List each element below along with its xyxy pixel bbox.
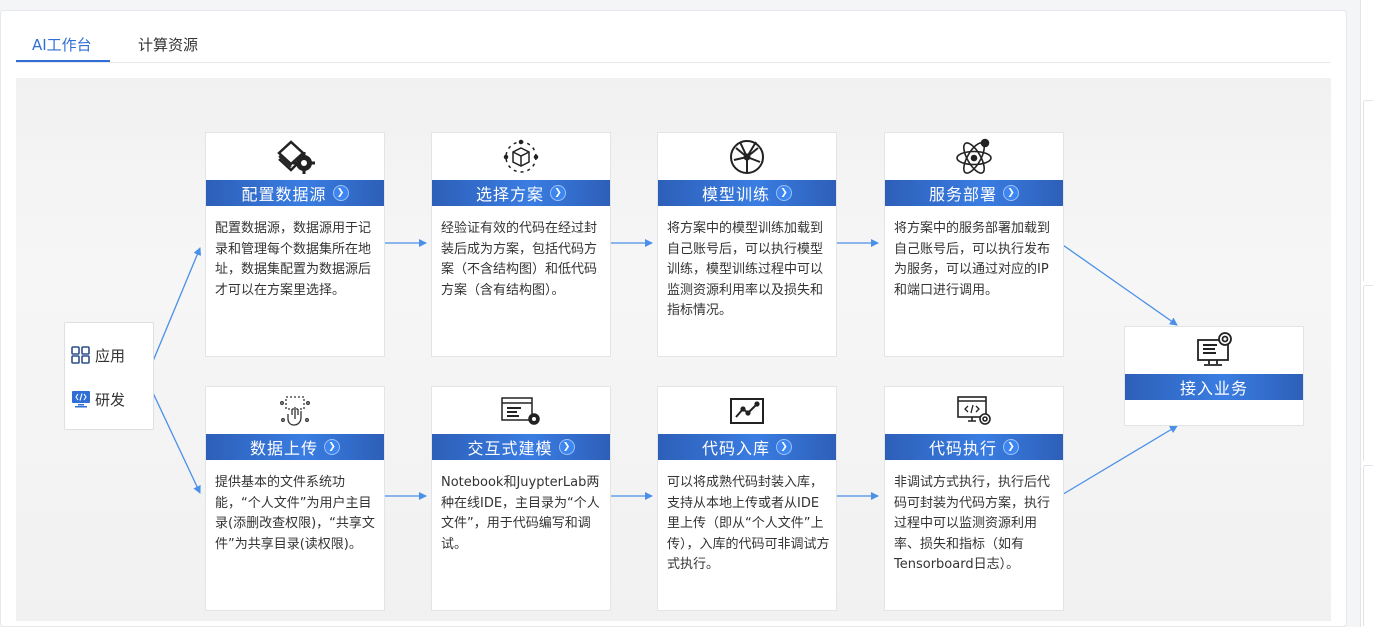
database-gear-icon (206, 137, 384, 177)
card-data-upload: 数据上传 ❯ 提供基本的文件系统功能，“个人文件”为用户主目录(添删改查权限)，“… (205, 386, 385, 611)
card-description: 提供基本的文件系统功能，“个人文件”为用户主目录(添删改查权限)，“共享文件”为… (215, 475, 375, 552)
card-interactive-modeling: 交互式建模 ❯ Notebook和JuypterLab两种在线IDE，主目录为“个… (431, 386, 611, 611)
card-title: 模型训练 (701, 185, 770, 204)
side-item-label: 研发 (95, 390, 126, 409)
final-title: 接入业务 (1179, 379, 1248, 398)
arrow-side-to-upload (145, 377, 201, 494)
card-code-repository: 代码入库 ❯ 可以将成熟代码封装入库，支持从本地上传或者从IDE里上传（即从“个人… (657, 386, 837, 611)
card-title: 选择方案 (475, 185, 544, 204)
monitor-gear-icon (885, 391, 1063, 431)
chevron-right-icon: ❯ (776, 439, 792, 455)
card-business-integration: 接入业务 (1124, 326, 1304, 426)
chevron-right-icon: ❯ (550, 185, 566, 201)
card-title-bar[interactable]: 代码执行 ❯ (885, 434, 1063, 460)
card-description: 将方案中的服务部署加载到自己账号后，可以执行发布为服务，可以通过对应的IP和端口… (894, 221, 1051, 298)
card-service-deploy: 服务部署 ❯ 将方案中的服务部署加载到自己账号后，可以执行发布为服务，可以通过对应… (884, 132, 1064, 357)
chevron-right-icon: ❯ (332, 185, 349, 201)
card-title: 代码执行 (928, 439, 997, 458)
card-title-bar[interactable]: 模型训练 ❯ (658, 180, 836, 206)
card-title: 交互式建模 (467, 439, 553, 458)
chevron-right-icon: ❯ (324, 439, 340, 455)
atom-icon (885, 137, 1063, 177)
card-title: 配置数据源 (241, 185, 327, 204)
chevron-right-icon: ❯ (1003, 439, 1019, 455)
final-title-bar[interactable]: 接入业务 (1125, 374, 1303, 400)
grid-icon (71, 346, 90, 364)
card-description: 可以将成熟代码封装入库，支持从本地上传或者从IDE里上传（即从“个人文件”上传）… (667, 475, 830, 572)
chevron-right-icon: ❯ (1003, 185, 1019, 201)
code-window-icon (432, 391, 610, 431)
card-configure-datasource: 配置数据源 ❯ 配置数据源，数据源用于记录和管理每个数据集所在地址，数据集配置为数… (205, 132, 385, 357)
card-title: 数据上传 (249, 439, 318, 458)
card-title-bar[interactable]: 选择方案 ❯ (432, 180, 610, 206)
network-sphere-icon (658, 137, 836, 177)
card-description: 配置数据源，数据源用于记录和管理每个数据集所在地址，数据集配置为数据源后才可以在… (215, 221, 372, 298)
chevron-right-icon: ❯ (776, 185, 792, 201)
card-model-training: 模型训练 ❯ 将方案中的模型训练加载到自己账号后，可以执行模型训练，模型训练过程中… (657, 132, 837, 357)
card-title-bar[interactable]: 服务部署 ❯ (885, 180, 1063, 206)
card-title-bar[interactable]: 数据上传 ❯ (206, 434, 384, 460)
card-title: 代码入库 (701, 439, 770, 458)
side-item-apps[interactable]: 应用 (71, 343, 125, 367)
card-description: 非调试方式执行，执行后代码可封装为代码方案，执行过程中可以监测资源利用率、损失和… (894, 475, 1051, 572)
cube-icon (432, 137, 610, 177)
card-select-solution: 选择方案 ❯ 经验证有效的代码在经过封装后成为方案，包括代码方案（不含结构图）和低… (431, 132, 611, 357)
arrow-side-to-datasource (145, 247, 202, 379)
monitor-settings-icon (1125, 329, 1303, 371)
arrow-execute-to-business (1059, 425, 1178, 497)
card-title-bar[interactable]: 交互式建模 ❯ (432, 434, 610, 460)
monitor-code-icon (72, 391, 90, 408)
touch-upload-icon (206, 391, 384, 431)
side-menu: 应用 研发 (64, 322, 154, 430)
card-title-bar[interactable]: 代码入库 ❯ (658, 434, 836, 460)
card-description: Notebook和JuypterLab两种在线IDE，主目录为“个人文件”，用于… (441, 475, 600, 552)
chevron-right-icon: ❯ (558, 439, 575, 455)
side-item-rd[interactable]: 研发 (71, 387, 125, 411)
card-description: 将方案中的模型训练加载到自己账号后，可以执行模型训练，模型训练过程中可以监测资源… (667, 221, 824, 318)
card-title: 服务部署 (928, 185, 997, 204)
card-code-execution: 代码执行 ❯ 非调试方式执行，执行后代码可封装为代码方案，执行过程中可以监测资源利… (884, 386, 1064, 611)
card-title-bar[interactable]: 配置数据源 ❯ (206, 180, 384, 206)
arrow-deploy-to-business (1059, 242, 1178, 326)
side-item-label: 应用 (95, 346, 126, 365)
line-chart-icon (658, 391, 836, 431)
card-description: 经验证有效的代码在经过封装后成为方案，包括代码方案（不含结构图）和低代码方案（含… (441, 221, 598, 298)
